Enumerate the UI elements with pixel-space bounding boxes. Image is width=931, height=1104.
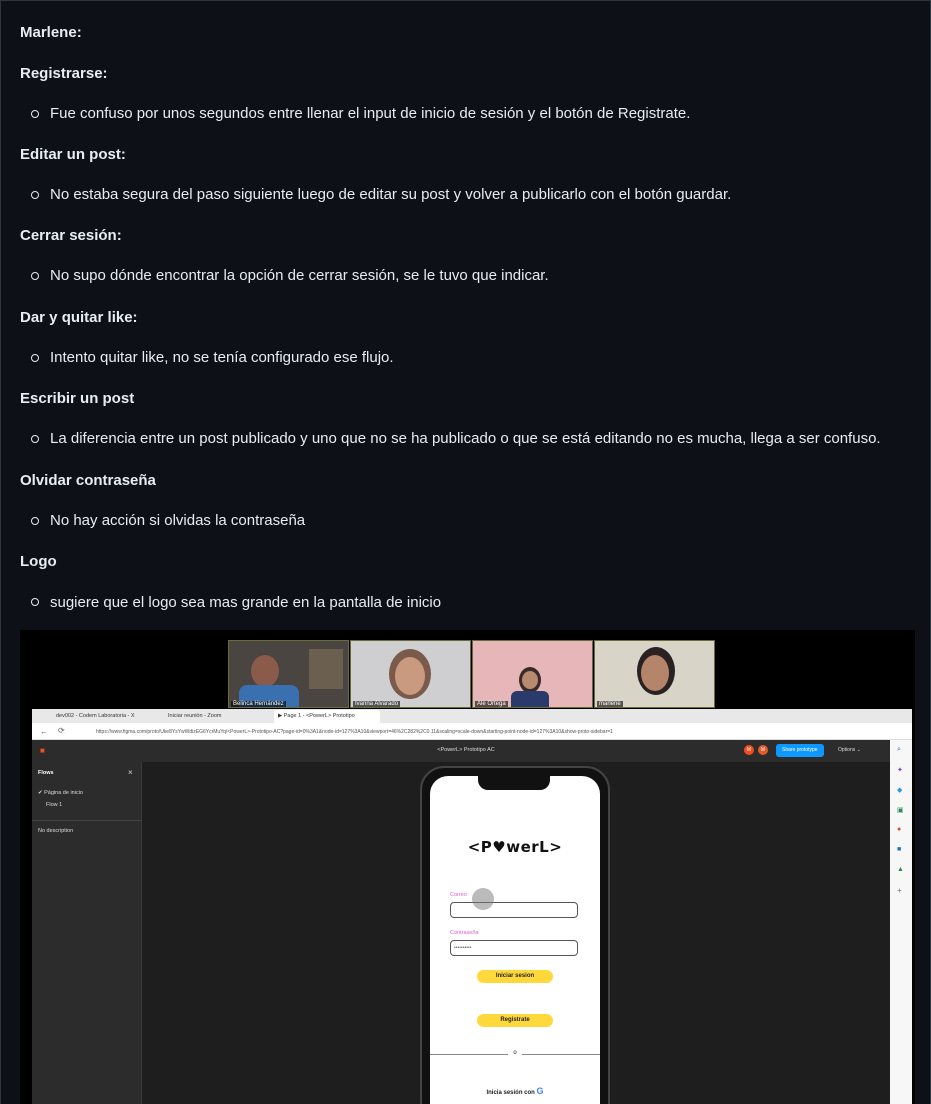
phone-notch: [478, 776, 550, 790]
browser-tab[interactable]: dev002 - Codem Laboratoria - X: [52, 710, 160, 723]
bullet-marker: [31, 354, 39, 362]
avatar: M: [744, 745, 754, 755]
share-prototype-button[interactable]: Share prototype: [776, 744, 824, 757]
cursor-indicator: [472, 888, 494, 910]
section-bullet: sugiere que el logo sea mas grande en la…: [50, 594, 442, 611]
bullet-marker: [31, 272, 39, 280]
section-heading: Logo: [20, 553, 57, 570]
test-session-screenshot: Belinca Hernández Ivanna Alvarado Ale Or…: [20, 630, 915, 1104]
prototype-canvas: <P♥werL> Correo Contraseña •••••••••• In…: [142, 762, 890, 1104]
video-tile: Ale Ortega: [472, 640, 593, 708]
flow-item[interactable]: Flow 1: [46, 802, 62, 808]
password-label: Contraseña: [450, 930, 479, 936]
browser-tab[interactable]: Iniciar reunión - Zoom: [164, 710, 268, 723]
login-button[interactable]: Iniciar sesion: [477, 970, 553, 983]
browser-window: dev002 - Codem Laboratoria - X Iniciar r…: [32, 709, 912, 1104]
search-icon[interactable]: ⌕: [897, 746, 901, 754]
bullet-marker: [31, 435, 39, 443]
tree-icon[interactable]: ▲: [897, 866, 904, 873]
section-heading: Olvidar contraseña: [20, 472, 156, 489]
section-heading: Escribir un post: [20, 390, 135, 407]
section-bullet: Intento quitar like, no se tenía configu…: [50, 349, 394, 366]
email-label: Correo: [450, 892, 467, 898]
bullet-marker: [31, 191, 39, 199]
participant-name-tag: Ale Ortega: [475, 701, 508, 707]
section-bullet: No estaba segura del paso siguiente lueg…: [50, 186, 732, 203]
app-logo: <P♥werL>: [467, 838, 563, 856]
flow-description: No description: [38, 828, 74, 834]
video-tile: marlene: [594, 640, 715, 708]
app-screen: <P♥werL> Correo Contraseña •••••••••• In…: [430, 776, 600, 1104]
sidebar-title: Flows: [38, 770, 54, 776]
password-input[interactable]: ••••••••••: [450, 940, 578, 956]
phone-frame: <P♥werL> Correo Contraseña •••••••••• In…: [420, 766, 610, 1104]
address-bar: ← ⟳ https://www.figma.com/proto/Uke8YsYw…: [32, 723, 912, 740]
browser-tab-active[interactable]: ▶ Page 1 - <PowerL> Prototipo: [274, 710, 380, 723]
copilot-icon[interactable]: ✦: [897, 766, 903, 774]
section-bullet: Fue confuso por unos segundos entre llen…: [50, 105, 691, 122]
close-icon[interactable]: ×: [128, 768, 133, 777]
flow-page[interactable]: ✔ Página de inicio: [38, 790, 83, 796]
google-icon: G: [536, 1086, 544, 1096]
flows-sidebar: Flows × ✔ Página de inicio Flow 1 No des…: [32, 762, 142, 1104]
section-bullet: La diferencia entre un post publicado y …: [50, 430, 881, 447]
section-heading: Editar un post:: [20, 146, 126, 163]
bag-icon[interactable]: ▣: [897, 806, 904, 814]
options-menu[interactable]: Options ⌄: [838, 747, 861, 753]
section-bullet: No supo dónde encontrar la opción de cer…: [50, 267, 549, 284]
email-input[interactable]: [450, 902, 578, 918]
reload-icon[interactable]: ⟳: [58, 726, 65, 735]
tab-bar: dev002 - Codem Laboratoria - X Iniciar r…: [32, 709, 912, 723]
url-input[interactable]: https://www.figma.com/proto/Uke8YsYwWdiz…: [90, 726, 790, 737]
video-tile: Ivanna Alvarado: [350, 640, 471, 708]
bullet-marker: [31, 517, 39, 525]
bullet-marker: [31, 598, 39, 606]
tag-icon[interactable]: ◆: [897, 786, 902, 794]
participant-name: Marlene:: [20, 24, 82, 41]
google-login[interactable]: Inicia sesión con G: [430, 1086, 600, 1096]
section-heading: Registrarse:: [20, 65, 108, 82]
participant-name-tag: Belinca Hernández: [231, 701, 286, 707]
figma-toolbar: ■ <PowerL> Prototipo AC M M Share protot…: [32, 740, 900, 762]
section-bullet: No hay acción si olvidas la contraseña: [50, 512, 306, 529]
video-tile: Belinca Hernández: [228, 640, 349, 708]
outlook-icon[interactable]: ■: [897, 846, 901, 853]
bullet-marker: [31, 110, 39, 118]
add-icon[interactable]: +: [897, 886, 902, 895]
edge-sidebar: ⌕ ✦ ◆ ▣ ● ■ ▲ +: [890, 740, 912, 1104]
google-label: Inicia sesión con: [486, 1090, 535, 1096]
divider-text: o: [508, 1050, 522, 1056]
office-icon[interactable]: ●: [897, 826, 901, 833]
avatar: M: [758, 745, 768, 755]
file-title: <PowerL> Prototipo AC: [437, 747, 495, 753]
participant-name-tag: marlene: [597, 701, 623, 707]
section-heading: Dar y quitar like:: [20, 309, 138, 326]
back-icon[interactable]: ←: [40, 727, 48, 736]
participant-name-tag: Ivanna Alvarado: [353, 701, 401, 707]
register-button[interactable]: Registrate: [477, 1014, 553, 1027]
section-heading: Cerrar sesión:: [20, 227, 122, 244]
